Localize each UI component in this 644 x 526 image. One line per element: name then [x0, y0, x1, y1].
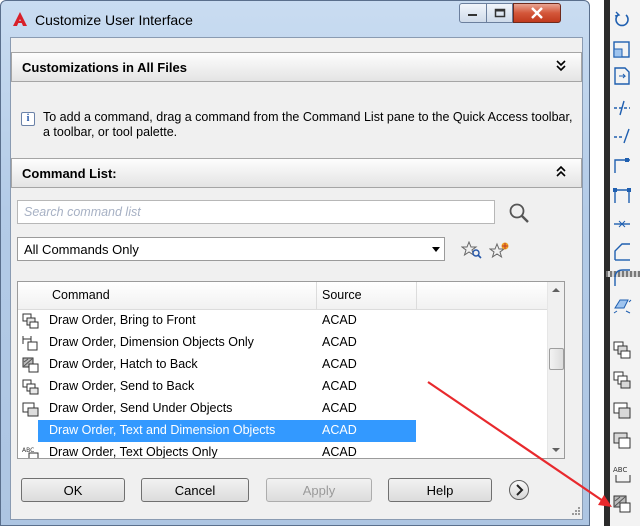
command-source: ACAD [322, 379, 357, 393]
info-icon: i [21, 112, 35, 126]
chamfer-icon[interactable] [612, 242, 632, 262]
search-input[interactable]: Search command list [17, 200, 495, 224]
trim-icon[interactable] [612, 98, 632, 118]
command-source: ACAD [322, 423, 357, 437]
scroll-thumb[interactable] [549, 348, 564, 370]
command-filter-dropdown[interactable]: All Commands Only [17, 237, 445, 261]
scroll-down-icon[interactable] [552, 448, 560, 452]
info-message: i To add a command, drag a command from … [11, 108, 573, 148]
customize-ui-dialog: Customize User Interface Customizations … [0, 0, 590, 526]
column-header-command[interactable]: Command [52, 288, 110, 302]
text-order-icon: ABC [22, 447, 39, 458]
screen: Customize User Interface Customizations … [0, 0, 644, 526]
command-name: Draw Order, Hatch to Back [49, 357, 198, 371]
close-icon [531, 7, 543, 19]
scale-icon[interactable] [612, 40, 632, 60]
toolbar-text-to-front-icon[interactable]: ABC [612, 464, 632, 484]
list-item[interactable]: ABC Draw Order, Text Objects Only ACAD [18, 442, 547, 459]
explode-icon[interactable] [612, 294, 632, 314]
list-scrollbar[interactable] [547, 282, 564, 458]
command-name: Draw Order, Dimension Objects Only [49, 335, 254, 349]
search-icon[interactable] [508, 202, 530, 224]
window-title: Customize User Interface [35, 12, 193, 28]
extend-icon[interactable] [612, 126, 632, 146]
help-button[interactable]: Help [388, 478, 492, 502]
command-list[interactable]: Command Source Draw Order, Bring to Fron… [17, 281, 565, 459]
column-divider[interactable] [316, 282, 317, 310]
find-command-icon[interactable] [461, 241, 483, 259]
hatch-to-back-icon [22, 357, 39, 373]
list-header: Command Source [18, 282, 547, 310]
break-at-point-icon[interactable] [612, 156, 632, 176]
join-icon[interactable] [612, 214, 632, 234]
command-source: ACAD [322, 357, 357, 371]
new-command-icon[interactable] [489, 241, 511, 259]
command-name: Draw Order, Send Under Objects [49, 401, 233, 415]
maximize-button[interactable] [486, 3, 513, 23]
collapse-chevron-icon[interactable] [555, 165, 567, 179]
resize-grip-icon[interactable] [571, 506, 581, 516]
list-item[interactable]: Draw Order, Bring to Front ACAD [18, 310, 547, 332]
toolbar-bring-to-front-icon[interactable] [612, 340, 632, 360]
svg-text:ABC: ABC [613, 466, 627, 474]
command-filter-value: All Commands Only [24, 242, 139, 257]
command-source: ACAD [322, 401, 357, 415]
rotate-icon[interactable] [612, 10, 632, 30]
cancel-button[interactable]: Cancel [141, 478, 249, 502]
command-name: Draw Order, Text Objects Only [49, 445, 218, 459]
send-to-back-icon [22, 379, 39, 395]
stretch-icon[interactable] [612, 66, 632, 86]
minimize-button[interactable] [459, 3, 487, 23]
break-icon[interactable] [612, 186, 632, 206]
title-bar[interactable]: Customize User Interface [1, 1, 589, 37]
ok-button[interactable]: OK [21, 478, 125, 502]
more-options-button[interactable] [509, 480, 529, 500]
toolbar-hatch-to-back-icon[interactable] [612, 494, 632, 514]
expand-chevron-icon[interactable] [555, 59, 567, 73]
toolbar-send-under-icon[interactable] [612, 430, 632, 450]
column-header-source[interactable]: Source [322, 288, 362, 302]
list-item[interactable]: Draw Order, Hatch to Back ACAD [18, 354, 547, 376]
command-name: Draw Order, Text and Dimension Objects [49, 423, 276, 437]
command-source: ACAD [322, 445, 357, 459]
command-source: ACAD [322, 313, 357, 327]
list-item[interactable]: Draw Order, Dimension Objects Only ACAD [18, 332, 547, 354]
command-name: Draw Order, Send to Back [49, 379, 195, 393]
scroll-up-icon[interactable] [552, 288, 560, 292]
bring-to-front-icon [22, 313, 39, 329]
column-divider[interactable] [416, 282, 417, 310]
apply-button[interactable]: Apply [266, 478, 372, 502]
autocad-logo-icon [13, 12, 27, 26]
customizations-section-title: Customizations in All Files [22, 60, 187, 75]
dropdown-arrow-icon [432, 247, 440, 252]
info-text: To add a command, drag a command from th… [43, 110, 573, 139]
search-placeholder: Search command list [24, 205, 141, 219]
command-list-section-header[interactable]: Command List: [11, 158, 582, 188]
dialog-body: Customizations in All Files i To add a c… [10, 37, 583, 520]
maximize-icon [494, 8, 505, 18]
command-source: ACAD [322, 335, 357, 349]
list-item-selected[interactable]: Draw Order, Text and Dimension Objects A… [18, 420, 547, 442]
toolbar-bring-above-icon[interactable] [612, 400, 632, 420]
command-list-section-title: Command List: [22, 166, 117, 181]
toolbar-send-to-back-icon[interactable] [612, 370, 632, 390]
dimension-order-icon [22, 336, 38, 351]
send-under-icon [22, 402, 39, 417]
list-item[interactable]: Draw Order, Send Under Objects ACAD [18, 398, 547, 420]
list-item[interactable]: Draw Order, Send to Back ACAD [18, 376, 547, 398]
chevron-right-icon [516, 484, 524, 496]
close-button[interactable] [513, 3, 561, 23]
command-name: Draw Order, Bring to Front [49, 313, 196, 327]
minimize-icon [468, 14, 477, 16]
fillet-icon[interactable] [612, 268, 632, 288]
customizations-section-header[interactable]: Customizations in All Files [11, 52, 582, 82]
